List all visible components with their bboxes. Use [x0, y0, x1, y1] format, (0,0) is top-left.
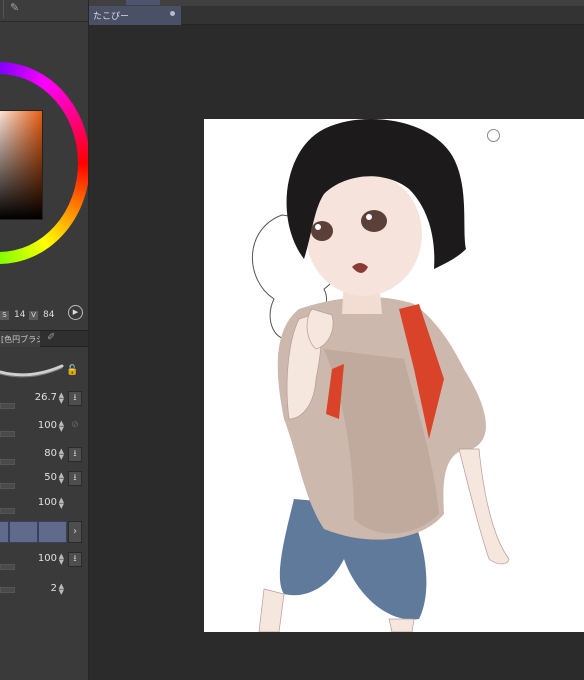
- play-icon[interactable]: ▶: [68, 305, 83, 320]
- param-opacity: 100 ▲ ▼ ⊘: [0, 418, 88, 440]
- spinner-icon[interactable]: ▲ ▼: [59, 472, 64, 485]
- param-hardness: 50 ▲ ▼ ⭳: [0, 470, 88, 492]
- drawing-canvas[interactable]: [204, 119, 584, 632]
- v-label: V: [29, 311, 38, 320]
- spinner-icon[interactable]: ▲ ▼: [59, 448, 64, 461]
- brush-cursor: [487, 129, 500, 142]
- leg: [388, 618, 415, 632]
- param-value[interactable]: 100: [38, 497, 57, 508]
- param-slider[interactable]: [0, 508, 15, 514]
- spinner-icon[interactable]: ▲ ▼: [59, 392, 64, 405]
- arm: [458, 448, 510, 565]
- tab-brush-name[interactable]: [色円ブラシ]: [0, 331, 40, 347]
- toolbar-highlight: [126, 0, 160, 5]
- color-and-tool-panel: ✎ S 14 V 84 ▶ [色円ブラシ] ✐ 🔓 26.7 ▲▼ ⭳ 100 …: [0, 0, 89, 680]
- param-blend: 100 ▲ ▼: [0, 495, 88, 517]
- header-divider: [3, 0, 4, 18]
- download-icon[interactable]: ⭳: [68, 471, 82, 486]
- download-icon[interactable]: ⭳: [68, 391, 82, 406]
- close-icon[interactable]: [170, 11, 175, 16]
- eye: [311, 221, 333, 241]
- preset-cell[interactable]: [38, 521, 67, 543]
- saturation-value-square[interactable]: [0, 110, 43, 220]
- param-brush-size: 26.7 ▲ ▼ ⭳: [0, 390, 88, 412]
- s-label: S: [0, 311, 9, 320]
- chevron-right-icon[interactable]: ›: [68, 521, 82, 543]
- spinner-icon[interactable]: ▲ ▼: [59, 553, 64, 566]
- brush-stroke-preview: [0, 352, 66, 382]
- param-stabilization: 2 ▲ ▼: [0, 581, 88, 603]
- param-slider[interactable]: [0, 403, 15, 409]
- param-value[interactable]: 100: [38, 420, 57, 431]
- leg: [258, 588, 285, 632]
- panel-header: ✎: [0, 0, 88, 22]
- tab-document[interactable]: たこぴー: [89, 6, 181, 25]
- tool-property-tabs: [色円ブラシ] ✐: [0, 330, 88, 347]
- character-illustration: [252, 119, 510, 632]
- eye-highlight: [315, 224, 321, 230]
- param-value[interactable]: 2: [51, 583, 57, 594]
- param-value[interactable]: 80: [44, 448, 57, 459]
- preset-cell[interactable]: [0, 521, 9, 543]
- preset-cell[interactable]: [9, 521, 38, 543]
- download-icon[interactable]: ⭳: [68, 552, 82, 567]
- disabled-icon: ⊘: [71, 420, 79, 430]
- download-icon[interactable]: ⭳: [68, 447, 82, 462]
- param-density: 80 ▲ ▼ ⭳: [0, 446, 88, 468]
- brush-tool-icon[interactable]: ✐: [47, 332, 55, 343]
- param-value[interactable]: 26.7: [35, 392, 57, 403]
- param-slider[interactable]: [0, 459, 15, 465]
- param-value[interactable]: 50: [44, 472, 57, 483]
- canvas-workspace: たこぴー: [89, 0, 584, 680]
- param-flow: 100 ▲ ▼ ⭳: [0, 551, 88, 573]
- spinner-icon[interactable]: ▲ ▼: [59, 583, 64, 596]
- v-value: 84: [43, 310, 55, 320]
- preset-strip: ›: [0, 521, 88, 543]
- param-value[interactable]: 100: [38, 553, 57, 564]
- param-slider[interactable]: [0, 564, 15, 570]
- eye: [361, 210, 387, 232]
- spinner-icon[interactable]: ▲ ▼: [59, 497, 64, 510]
- param-slider[interactable]: [0, 587, 15, 593]
- param-slider[interactable]: [0, 483, 15, 489]
- pen-nib-icon[interactable]: ✎: [10, 1, 19, 14]
- lock-icon[interactable]: 🔓: [66, 365, 78, 376]
- spinner-icon[interactable]: ▲ ▼: [59, 420, 64, 433]
- s-value: 14: [14, 310, 26, 320]
- document-tab-bar: たこぴー: [89, 6, 584, 25]
- document-tab-title: たこぴー: [93, 12, 130, 22]
- param-slider[interactable]: [0, 431, 15, 437]
- eye-highlight: [366, 214, 372, 220]
